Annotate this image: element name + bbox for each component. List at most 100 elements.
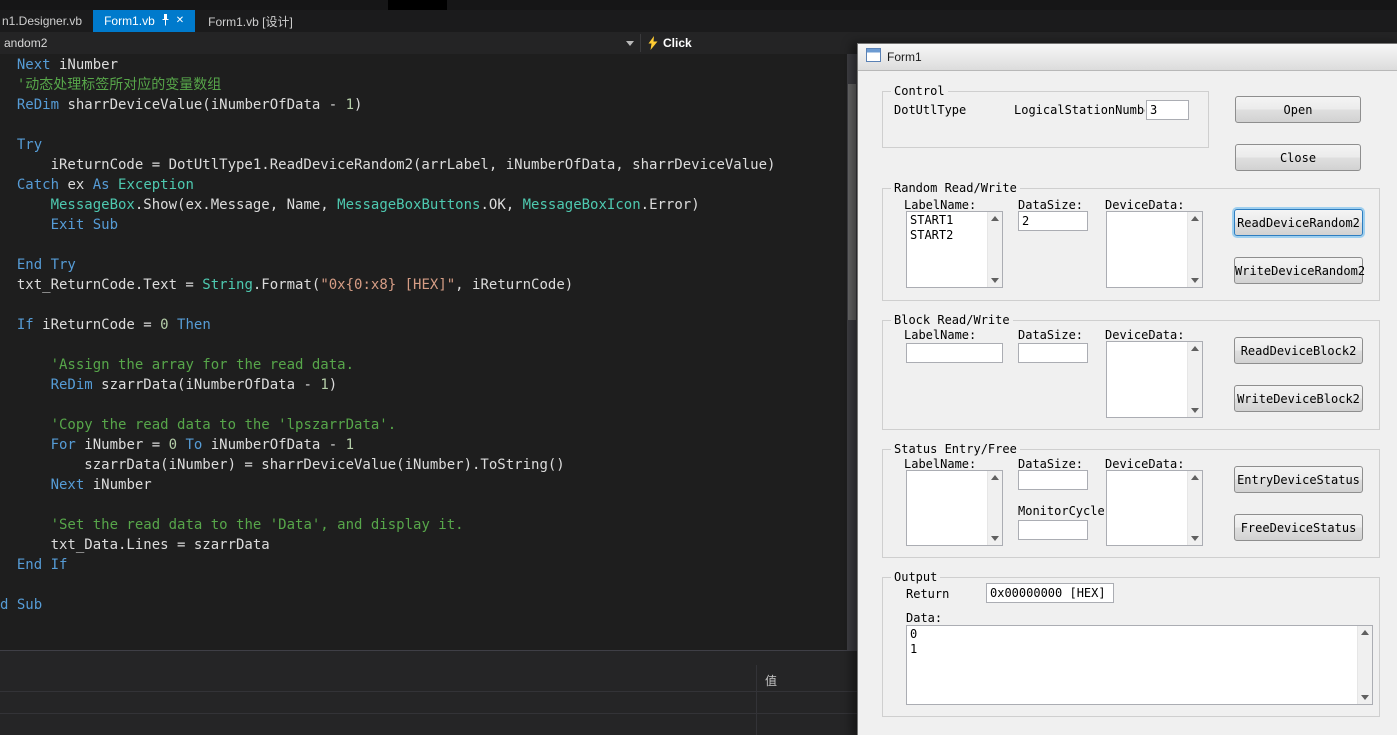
scrollbar[interactable] xyxy=(1187,471,1202,545)
scroll-up-icon[interactable] xyxy=(1361,630,1369,635)
member-dropdown[interactable]: andom2 xyxy=(4,36,47,50)
monitorcycle-label: MonitorCycle: xyxy=(1018,504,1112,518)
random-datasize-input[interactable] xyxy=(1018,211,1088,231)
open-button[interactable]: Open xyxy=(1235,96,1361,123)
code-line: Exit Sub xyxy=(50,217,119,233)
logicalstationnumber-input[interactable] xyxy=(1146,100,1189,120)
event-dropdown[interactable]: Click xyxy=(663,36,692,50)
scroll-down-icon[interactable] xyxy=(1361,695,1369,700)
chevron-down-icon[interactable] xyxy=(626,41,634,46)
scroll-down-icon[interactable] xyxy=(1191,278,1199,283)
scroll-up-icon[interactable] xyxy=(991,216,999,221)
form1-client: Control DotUtlType LogicalStationNumbe O… xyxy=(858,72,1397,735)
random-devicedata-textarea[interactable] xyxy=(1106,211,1203,288)
title-strip xyxy=(0,0,1397,10)
returncode-input[interactable] xyxy=(986,583,1114,603)
writedevicerandom2-button[interactable]: WriteDeviceRandom2 xyxy=(1234,257,1365,284)
editor-scrollbar-thumb[interactable] xyxy=(848,84,856,320)
block-labelname-input[interactable] xyxy=(906,343,1003,363)
writedeviceblock2-button[interactable]: WriteDeviceBlock2 xyxy=(1234,385,1363,412)
block-datasize-input[interactable] xyxy=(1018,343,1088,363)
return-label: Return xyxy=(906,587,950,601)
close-icon[interactable]: ✕ xyxy=(176,16,184,26)
random-group-title: Random Read/Write xyxy=(891,181,1020,195)
tab-form1-design[interactable]: Form1.vb [设计] xyxy=(197,10,304,32)
scrollbar[interactable] xyxy=(1187,212,1202,287)
scroll-up-icon[interactable] xyxy=(1191,346,1199,351)
form-window-icon xyxy=(866,47,881,67)
scroll-up-icon[interactable] xyxy=(1191,475,1199,480)
code-line: MessageBox.Show(ex.Message, Name, Messag… xyxy=(50,197,700,213)
random-labelname-textarea[interactable]: START1 START2 xyxy=(906,211,1003,288)
status-devicedata-textarea[interactable] xyxy=(1106,470,1203,546)
code-line: d Sub xyxy=(0,597,43,613)
tab-label: Form1.vb [设计] xyxy=(208,14,293,29)
scroll-down-icon[interactable] xyxy=(1191,408,1199,413)
status-group-title: Status Entry/Free xyxy=(891,442,1020,456)
scroll-down-icon[interactable] xyxy=(1191,536,1199,541)
output-groupbox: Output Return Data: 0 1 xyxy=(882,570,1380,717)
scroll-down-icon[interactable] xyxy=(991,278,999,283)
code-editor[interactable]: Next iNumber '动态处理标签所对应的变量数组 ReDim sharr… xyxy=(0,54,849,650)
dotutltype-label: DotUtlType xyxy=(894,103,967,117)
watch-column-divider xyxy=(756,665,757,735)
output-group-title: Output xyxy=(891,570,941,584)
random-devicedata-text xyxy=(1107,212,1187,287)
event-lightning-icon xyxy=(648,36,658,55)
code-line: txt_ReturnCode.Text = String.Format("0x{… xyxy=(0,277,574,293)
block-datasize-label: DataSize: xyxy=(1018,328,1084,342)
control-groupbox: Control DotUtlType LogicalStationNumbe xyxy=(882,84,1209,148)
code-line: Try xyxy=(16,137,43,153)
code-line: ReDim sharrDeviceValue(iNumberOfData - 1… xyxy=(16,97,363,113)
random-readwrite-groupbox: Random Read/Write LabelName: DataSize: D… xyxy=(882,181,1380,301)
block-group-title: Block Read/Write xyxy=(891,313,1013,327)
form1-titlebar[interactable]: Form1 xyxy=(858,44,1397,71)
random-labelname-text: START1 START2 xyxy=(910,213,954,242)
watch-panel: 值 xyxy=(0,650,857,735)
status-entryfree-groupbox: Status Entry/Free LabelName: DataSize: D… xyxy=(882,442,1380,558)
readdeviceblock2-button[interactable]: ReadDeviceBlock2 xyxy=(1234,337,1363,364)
monitorcycle-input[interactable] xyxy=(1018,520,1088,540)
random-datasize-label: DataSize: xyxy=(1018,198,1084,212)
scroll-down-icon[interactable] xyxy=(991,536,999,541)
status-datasize-input[interactable] xyxy=(1018,470,1088,490)
scroll-up-icon[interactable] xyxy=(991,475,999,480)
freedevicestatus-button[interactable]: FreeDeviceStatus xyxy=(1234,514,1363,541)
code-line: End If xyxy=(16,557,68,573)
code-line: txt_Data.Lines = szarrData xyxy=(0,537,270,553)
entrydevicestatus-button[interactable]: EntryDeviceStatus xyxy=(1234,466,1363,493)
code-line: Next iNumber xyxy=(50,477,152,493)
block-devicedata-textarea[interactable] xyxy=(1106,341,1203,418)
code-line: szarrData(iNumber) = sharrDeviceValue(iN… xyxy=(0,457,565,473)
title-strip-notch xyxy=(388,0,447,10)
screen: n1.Designer.vb Form1.vb ✕ Form1.vb [设计] … xyxy=(0,0,1397,735)
code-line: Catch ex As Exception xyxy=(16,177,194,193)
scroll-up-icon[interactable] xyxy=(1191,216,1199,221)
status-labelname-textarea[interactable] xyxy=(906,470,1003,546)
code-line: If iReturnCode = 0 Then xyxy=(16,317,211,333)
data-textarea[interactable]: 0 1 xyxy=(906,625,1373,705)
readdevicerandom2-button[interactable]: ReadDeviceRandom2 xyxy=(1234,209,1363,236)
tab-form1-code[interactable]: Form1.vb ✕ xyxy=(93,10,196,32)
code-line: 'Assign the array for the read data. xyxy=(50,357,355,373)
code-line: 'Copy the read data to the 'lpszarrData'… xyxy=(50,417,397,433)
pin-icon[interactable] xyxy=(161,13,170,29)
block-readwrite-groupbox: Block Read/Write LabelName: DataSize: De… xyxy=(882,313,1380,430)
scrollbar[interactable] xyxy=(987,471,1002,545)
scrollbar[interactable] xyxy=(1187,342,1202,417)
scrollbar[interactable] xyxy=(987,212,1002,287)
tab-form1-designer[interactable]: n1.Designer.vb xyxy=(0,10,93,32)
code-line: End Try xyxy=(16,257,76,273)
block-devicedata-text xyxy=(1107,342,1187,417)
close-button[interactable]: Close xyxy=(1235,144,1361,171)
data-label: Data: xyxy=(906,611,943,625)
code-line: ReDim szarrData(iNumberOfData - 1) xyxy=(50,377,338,393)
code-line: iReturnCode = DotUtlType1.ReadDeviceRand… xyxy=(0,157,776,173)
watch-row-divider xyxy=(0,713,857,714)
tab-label: Form1.vb xyxy=(104,14,155,28)
scrollbar[interactable] xyxy=(1357,626,1372,704)
watch-header-divider xyxy=(0,691,857,692)
